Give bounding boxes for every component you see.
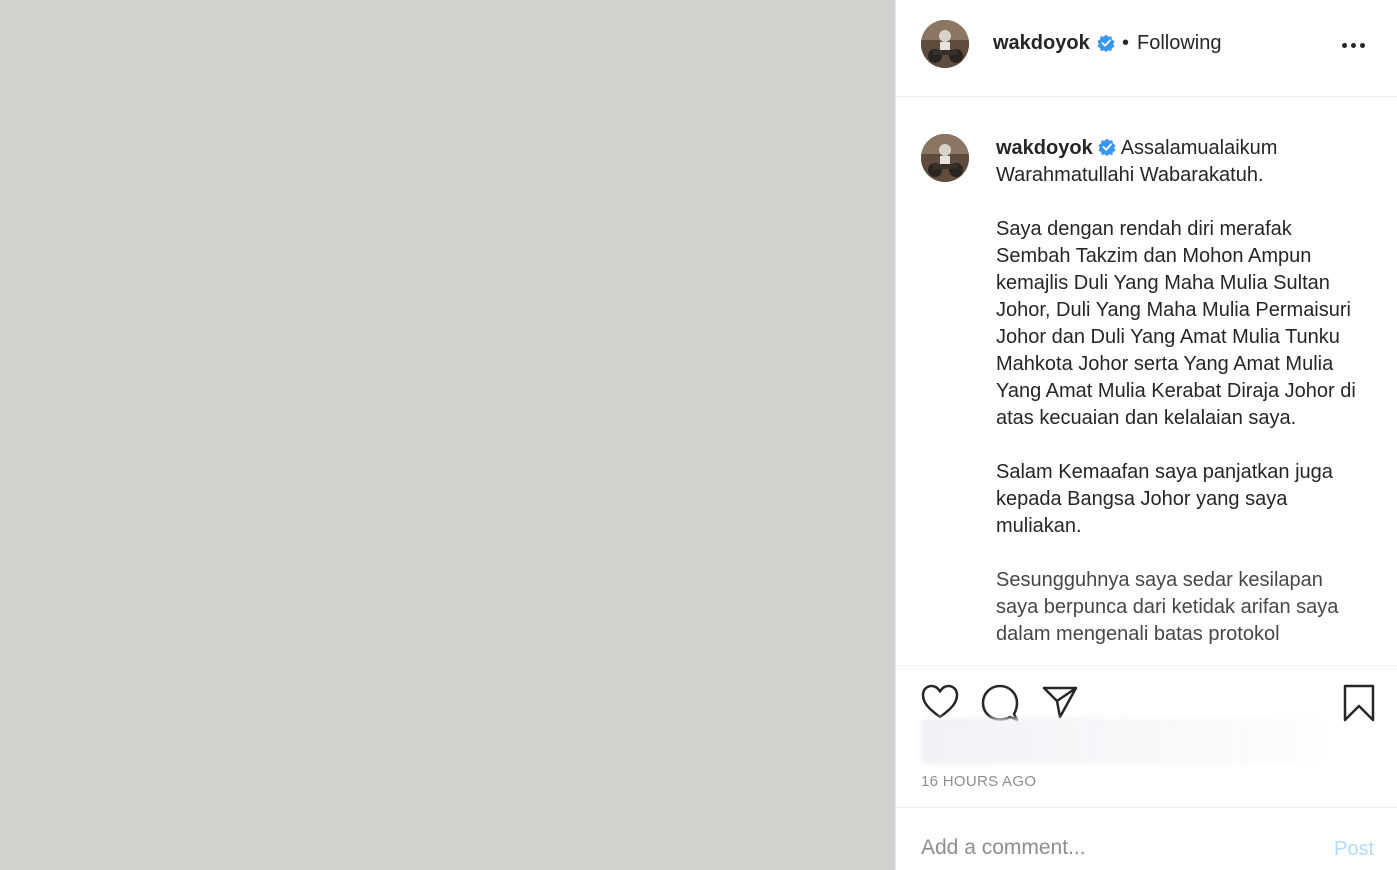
separator-dot: • [1122,32,1130,54]
following-button[interactable]: Following [1137,32,1221,55]
caption-paragraph: Saya dengan rendah diri merafak Sembah T… [996,218,1356,430]
caption-paragraph: Salam Kemaafan saya panjatkan juga kepad… [996,461,1333,538]
add-comment-bar: Post [896,807,1397,870]
caption-paragraph: wakdoyok Assalamualaikum Warahmatullahi … [996,135,1356,189]
post-sidebar: wakdoyok • Following wakdoyok Assalamual… [895,0,1397,870]
post-caption: wakdoyok Assalamualaikum Warahmatullahi … [996,135,1356,665]
post-actions: 16 HOURS AGO [896,665,1397,807]
bookmark-icon[interactable] [1342,684,1376,727]
caption-username[interactable]: wakdoyok [996,137,1093,159]
avatar[interactable] [921,20,969,68]
post-header: wakdoyok • Following [896,0,1397,97]
more-options-icon[interactable] [1342,36,1366,54]
verified-badge-icon [1098,135,1116,162]
post-comment-button[interactable]: Post [1334,838,1374,861]
post-timestamp: 16 HOURS AGO [921,773,1037,790]
post-media[interactable] [0,0,895,870]
caption-paragraph: Sesungguhnya saya sedar kesilapan saya b… [996,569,1339,646]
caption-avatar[interactable] [921,134,969,182]
verified-badge-icon [1097,34,1115,57]
comments-section[interactable]: wakdoyok Assalamualaikum Warahmatullahi … [896,97,1397,665]
post-author-username[interactable]: wakdoyok [993,32,1090,55]
likes-summary [921,718,1321,764]
comment-input[interactable] [921,836,1301,860]
